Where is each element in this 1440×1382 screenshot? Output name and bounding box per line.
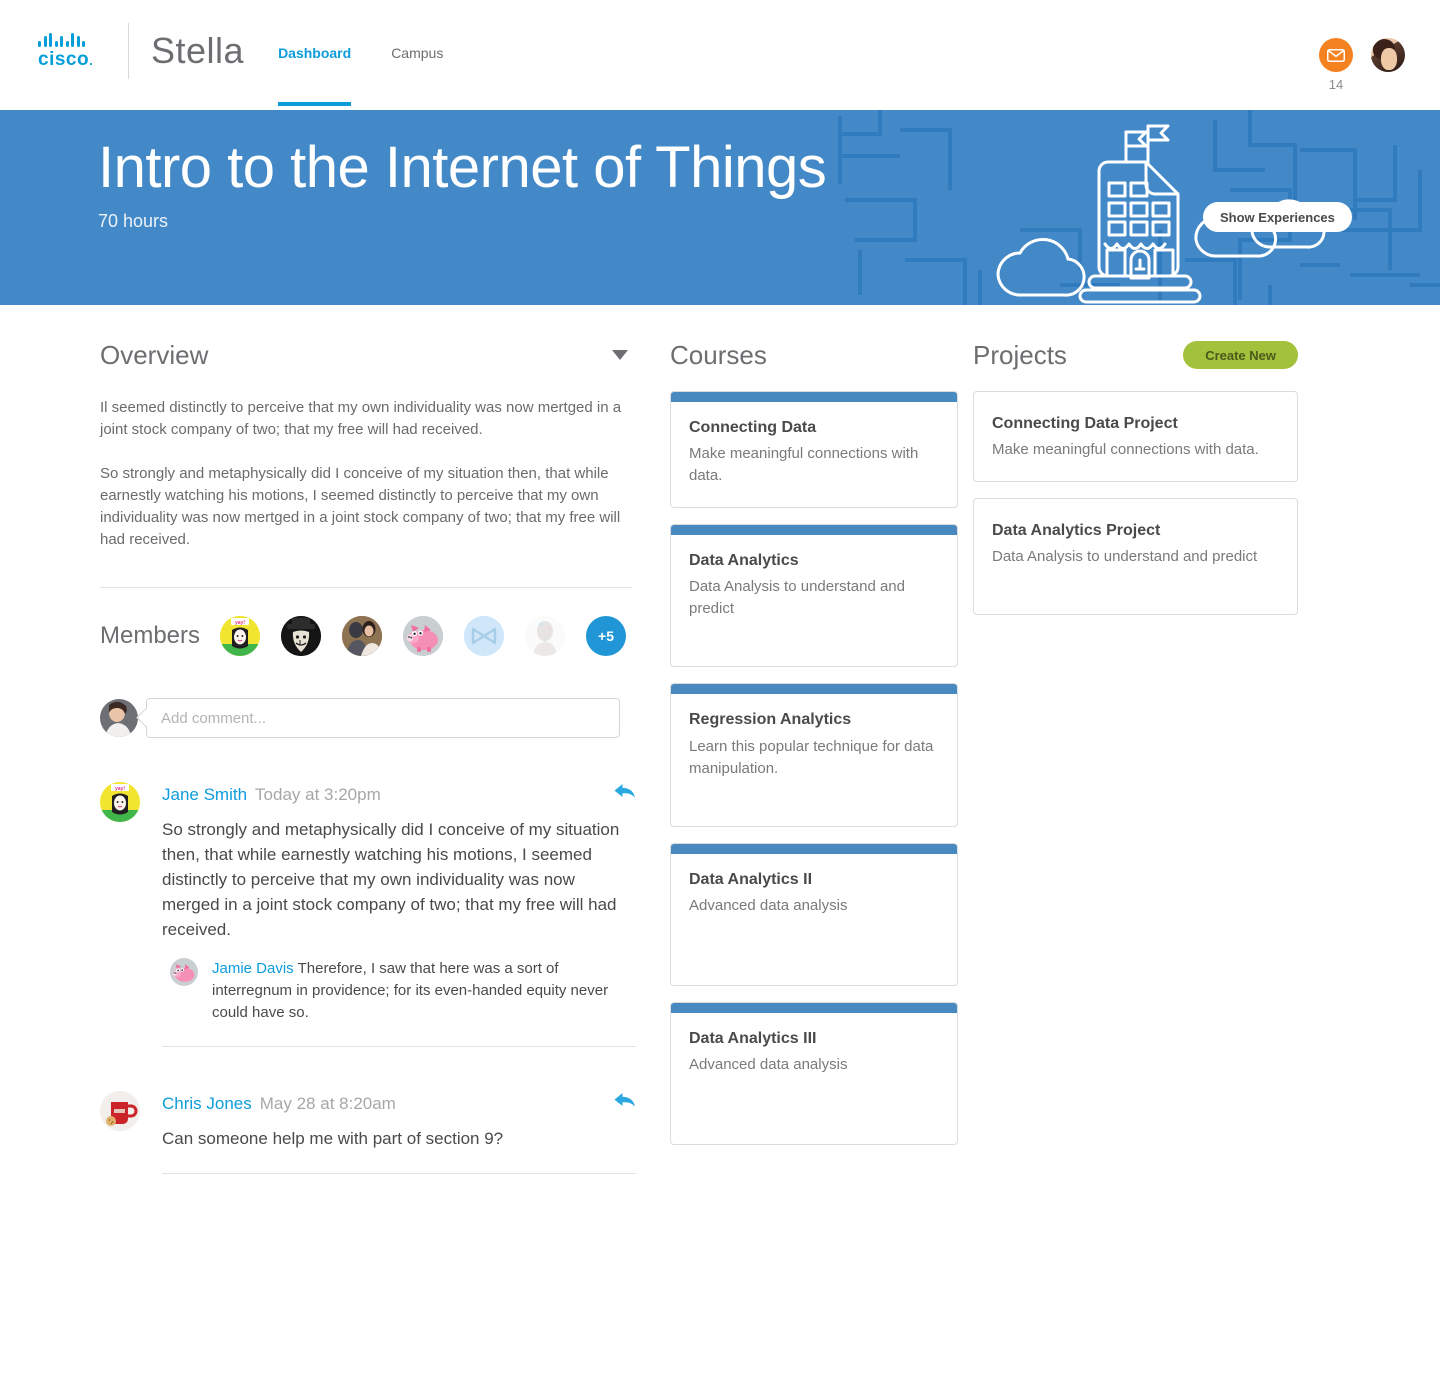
project-card-title: Data Analytics Project	[992, 522, 1161, 540]
course-card-title: Data Analytics II	[689, 870, 813, 888]
hero-text-block: Intro to the Internet of Things 70 hours	[98, 135, 827, 232]
overview-header: Overview	[100, 335, 640, 375]
comment-body: Jane Smith Today at 3:20pm So strongly a…	[162, 782, 636, 1047]
comment-header: Chris Jones May 28 at 8:20am	[162, 1091, 636, 1114]
logo-divider	[128, 23, 129, 79]
svg-text:yay!: yay!	[235, 620, 245, 626]
page-title: Intro to the Internet of Things	[98, 135, 827, 200]
project-card[interactable]: Connecting Data Project Make meaningful …	[973, 391, 1298, 483]
overview-paragraph-2: So strongly and metaphysically did I con…	[100, 465, 621, 548]
avatar-jane-yay[interactable]: yay!	[220, 616, 261, 656]
course-hero-banner: Intro to the Internet of Things 70 hours…	[0, 110, 1440, 305]
avatar-anonymous-mask[interactable]	[281, 616, 322, 656]
nav-right-actions: 14	[1319, 0, 1440, 92]
cisco-wordmark-text: cisco	[38, 49, 90, 70]
comment-divider	[162, 1173, 636, 1174]
course-card-description: Data Analysis to understand and predict	[689, 578, 905, 618]
create-new-button[interactable]: Create New	[1183, 341, 1298, 369]
projects-header: Projects Create New	[973, 335, 1298, 375]
course-card-description: Advanced data analysis	[689, 1055, 848, 1073]
reply-arrow-icon[interactable]	[614, 782, 636, 800]
main-content: Overview Il seemed distinctly to perceiv…	[0, 305, 1440, 1174]
course-card[interactable]: Data Analytics III Advanced data analysi…	[670, 1001, 958, 1145]
comment-item: Chris Jones May 28 at 8:20am Can someone…	[100, 1091, 640, 1174]
app-brand-title: Stella	[151, 30, 245, 71]
course-card[interactable]: Data Analytics II Advanced data analysis	[670, 842, 958, 986]
cisco-wordmark: cisco.	[38, 49, 94, 70]
course-card-description: Advanced data analysis	[689, 896, 848, 914]
avatar-jane-yay: yay!	[100, 782, 140, 822]
comment-timestamp: Today at 3:20pm	[255, 785, 381, 804]
comment-body: Chris Jones May 28 at 8:20am Can someone…	[162, 1091, 636, 1174]
avatar-pink-pig	[170, 958, 198, 986]
envelope-icon	[1319, 38, 1353, 72]
add-comment-input-wrap	[136, 698, 620, 738]
project-card[interactable]: Data Analytics Project Data Analysis to …	[973, 498, 1298, 616]
course-card-title: Regression Analytics	[689, 711, 852, 729]
comment-text: Can someone help me with part of section…	[162, 1129, 504, 1148]
comment-author[interactable]: Jane Smith	[162, 785, 247, 805]
members-row: Members yay! +5	[100, 616, 640, 656]
course-duration: 70 hours	[98, 210, 169, 231]
add-comment-input[interactable]	[146, 698, 620, 738]
comment-reply-item: Jamie Davis Therefore, I saw that here w…	[162, 958, 636, 1024]
avatar-faded-portrait[interactable]	[525, 616, 566, 656]
top-navigation-bar: cisco. Stella Dashboard Campus 14	[0, 0, 1440, 110]
show-experiences-button[interactable]: Show Experiences	[1203, 202, 1352, 232]
svg-text:yay!: yay!	[115, 786, 125, 792]
tab-dashboard[interactable]: Dashboard	[278, 45, 352, 106]
courses-title: Courses	[670, 340, 767, 370]
main-nav-tabs: Dashboard Campus	[278, 45, 483, 106]
comment-text: So strongly and metaphysically did I con…	[162, 820, 620, 939]
reply-author[interactable]: Jamie Davis	[212, 960, 294, 977]
project-card-description: Make meaningful connections with data.	[992, 441, 1259, 459]
members-label: Members	[100, 622, 201, 649]
tab-campus[interactable]: Campus	[391, 45, 443, 106]
cisco-logo[interactable]: cisco.	[0, 0, 128, 69]
avatar-red-mug	[100, 1091, 140, 1131]
overview-paragraph-1: Il seemed distinctly to perceive that my…	[100, 399, 622, 438]
comment-author[interactable]: Chris Jones	[162, 1094, 252, 1114]
course-card-title: Data Analytics	[689, 552, 799, 570]
avatar-blue-x[interactable]	[464, 616, 505, 656]
courses-column: Courses Connecting Data Make meaningful …	[640, 305, 958, 1174]
avatar-pink-pig[interactable]	[403, 616, 444, 656]
projects-title: Projects	[973, 340, 1067, 370]
avatar-couple-photo[interactable]	[342, 616, 383, 656]
reply-text-wrap: Jamie Davis Therefore, I saw that here w…	[212, 958, 636, 1024]
course-card-title: Connecting Data	[689, 419, 817, 436]
comment-divider	[162, 1046, 636, 1047]
members-more-badge[interactable]: +5	[586, 616, 627, 656]
comment-header: Jane Smith Today at 3:20pm	[162, 782, 636, 805]
course-card[interactable]: Data Analytics Data Analysis to understa…	[670, 524, 958, 668]
avatar-current-user	[100, 699, 138, 737]
course-card[interactable]: Connecting Data Make meaningful connecti…	[670, 391, 958, 509]
projects-column: Projects Create New Connecting Data Proj…	[958, 305, 1298, 1174]
course-card-title: Data Analytics III	[689, 1029, 817, 1047]
add-comment-row	[100, 698, 640, 738]
project-card-title: Connecting Data Project	[992, 415, 1178, 432]
cisco-bars-icon	[38, 33, 85, 47]
overview-divider	[100, 587, 632, 588]
project-card-description: Data Analysis to understand and predict	[992, 548, 1258, 566]
reply-arrow-icon[interactable]	[614, 1091, 636, 1109]
course-card-description: Make meaningful connections with data.	[689, 445, 919, 485]
overview-title: Overview	[100, 340, 209, 370]
overview-column: Overview Il seemed distinctly to perceiv…	[0, 305, 640, 1174]
comment-timestamp: May 28 at 8:20am	[259, 1094, 396, 1113]
messages-button[interactable]: 14	[1319, 38, 1353, 92]
course-card-description: Learn this popular technique for data ma…	[689, 737, 934, 777]
courses-header: Courses	[670, 335, 958, 375]
messages-count-badge: 14	[1328, 77, 1344, 92]
chevron-down-icon[interactable]	[612, 350, 628, 360]
comment-item: yay! Jane Smith Today at 3:20pm So stron…	[100, 782, 640, 1047]
user-avatar[interactable]	[1371, 38, 1405, 72]
course-card[interactable]: Regression Analytics Learn this popular …	[670, 683, 958, 827]
